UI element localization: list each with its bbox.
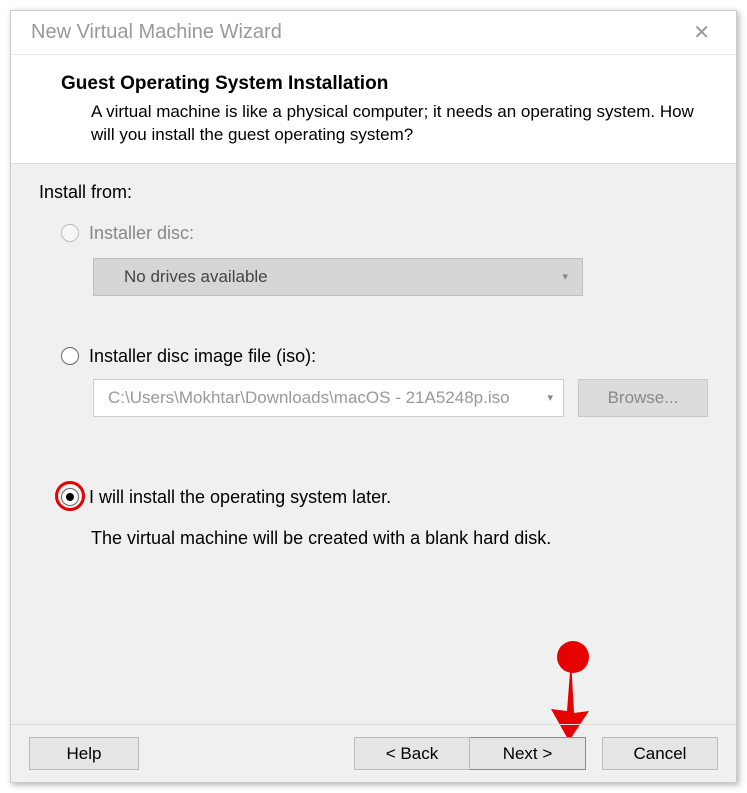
cancel-button[interactable]: Cancel: [602, 737, 718, 770]
radio-icon: [61, 347, 79, 365]
wizard-dialog: New Virtual Machine Wizard ✕ Guest Opera…: [10, 10, 737, 783]
header-section: Guest Operating System Installation A vi…: [11, 55, 736, 164]
close-icon[interactable]: ✕: [683, 16, 720, 49]
help-button[interactable]: Help: [29, 737, 139, 770]
next-button[interactable]: Next >: [470, 737, 586, 770]
iso-row: C:\Users\Mokhtar\Downloads\macOS - 21A52…: [93, 379, 708, 417]
back-button[interactable]: < Back: [354, 737, 470, 770]
radio-icon: [61, 488, 79, 506]
content-area: Install from: Installer disc: No drives …: [11, 164, 736, 549]
chevron-down-icon: ▾: [547, 391, 553, 404]
page-description: A virtual machine is like a physical com…: [91, 101, 706, 147]
option-install-later: I will install the operating system late…: [61, 487, 708, 549]
page-title: Guest Operating System Installation: [61, 73, 706, 95]
radio-label: Installer disc:: [89, 223, 194, 244]
drive-dropdown[interactable]: No drives available ▾: [93, 258, 583, 296]
radio-row-iso-file[interactable]: Installer disc image file (iso):: [61, 346, 708, 367]
radio-label: Installer disc image file (iso):: [89, 346, 316, 367]
option-iso-file: Installer disc image file (iso): C:\User…: [61, 346, 708, 417]
install-later-subtext: The virtual machine will be created with…: [91, 528, 708, 549]
radio-row-installer-disc[interactable]: Installer disc:: [61, 223, 708, 244]
titlebar: New Virtual Machine Wizard ✕: [11, 11, 736, 55]
install-from-label: Install from:: [39, 182, 708, 203]
window-title: New Virtual Machine Wizard: [31, 21, 282, 44]
iso-path-text: C:\Users\Mokhtar\Downloads\macOS - 21A52…: [108, 388, 510, 408]
dropdown-text: No drives available: [124, 267, 268, 287]
chevron-down-icon: ▾: [562, 270, 568, 283]
browse-button[interactable]: Browse...: [578, 379, 708, 417]
option-installer-disc: Installer disc: No drives available ▾: [61, 223, 708, 296]
radio-label: I will install the operating system late…: [89, 487, 391, 508]
button-bar: Help < Back Next > Cancel: [11, 724, 736, 782]
radio-row-install-later[interactable]: I will install the operating system late…: [61, 487, 708, 508]
radio-icon: [61, 224, 79, 242]
iso-path-input[interactable]: C:\Users\Mokhtar\Downloads\macOS - 21A52…: [93, 379, 564, 417]
